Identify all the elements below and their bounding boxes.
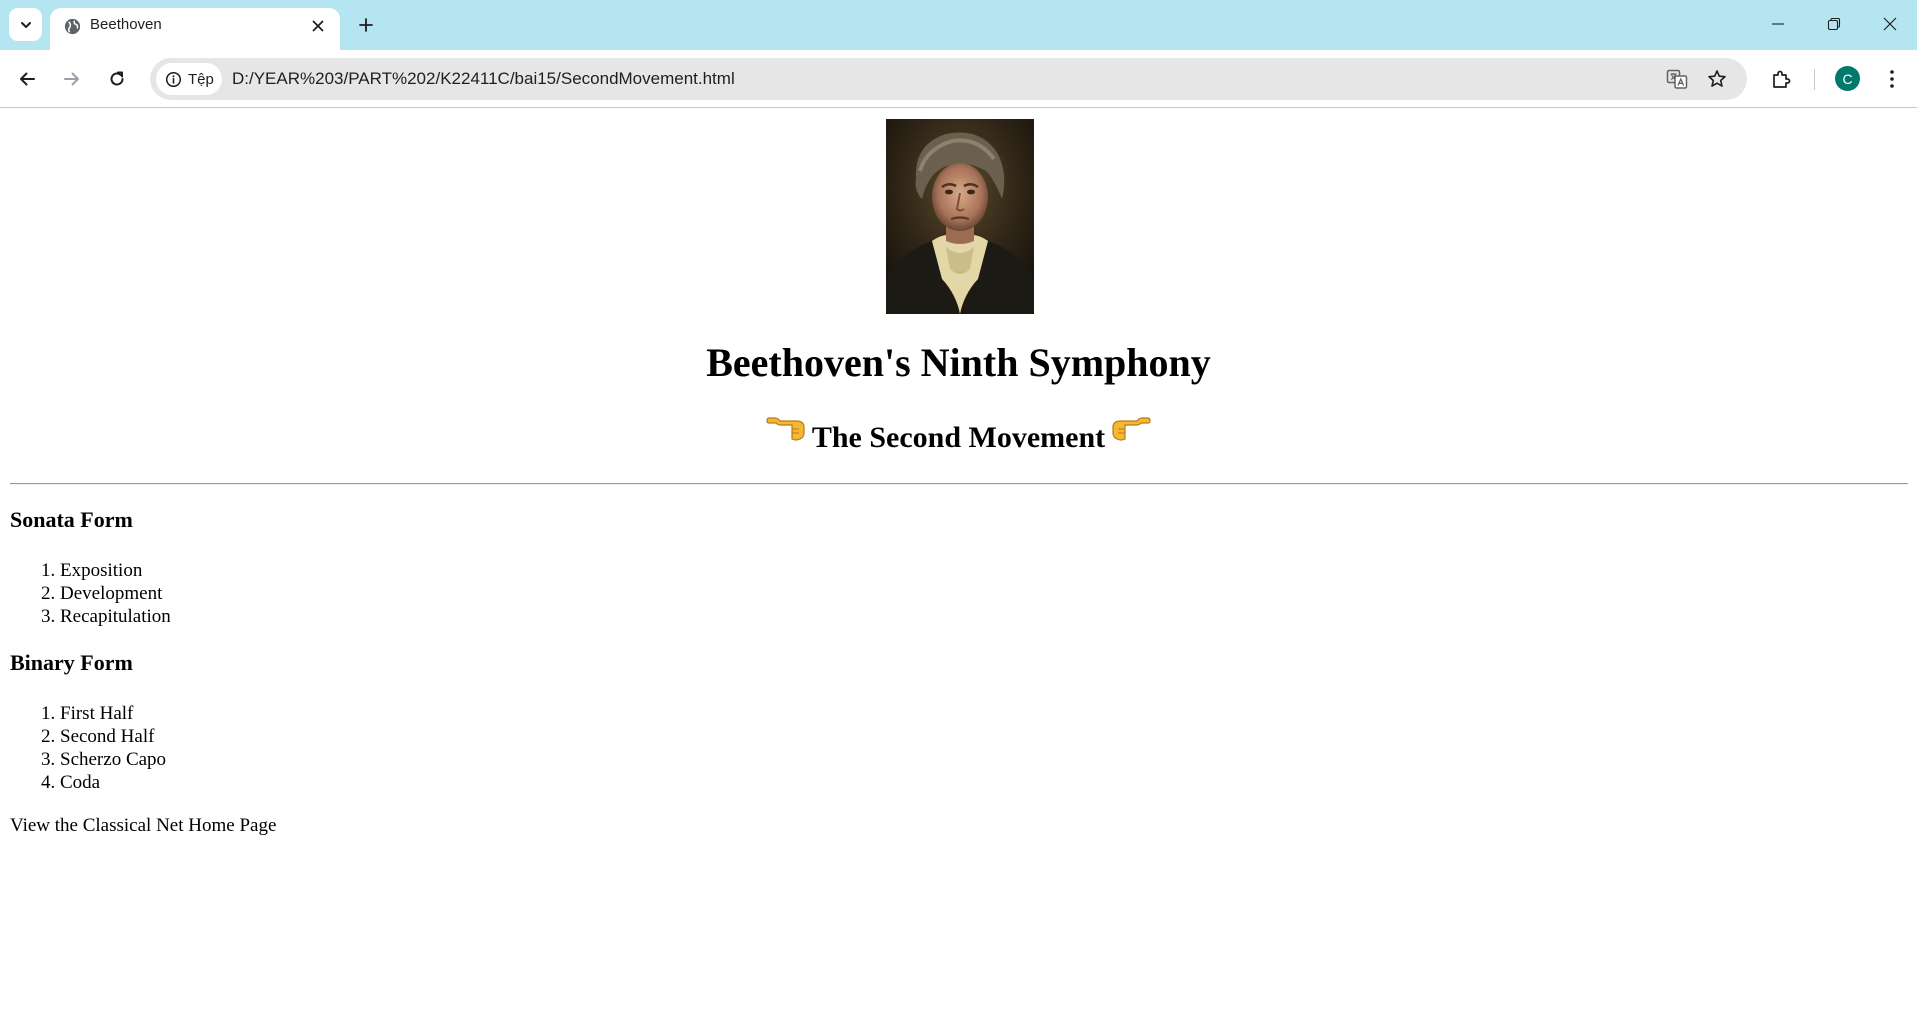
translate-icon: [1666, 69, 1688, 89]
puzzle-icon: [1773, 70, 1791, 88]
kebab-menu-icon: [1890, 70, 1894, 88]
beethoven-portrait: [886, 119, 1034, 314]
info-icon: [165, 71, 182, 87]
bookmark-button[interactable]: [1705, 67, 1729, 91]
globe-icon: [64, 18, 81, 35]
arrow-left-icon: [20, 72, 35, 86]
reload-button[interactable]: [102, 64, 132, 94]
profile-avatar[interactable]: C: [1835, 66, 1860, 91]
close-window-icon: [1883, 17, 1897, 31]
back-button[interactable]: [12, 64, 42, 94]
pointing-left-hand-icon: [766, 415, 806, 445]
chevron-down-icon: [20, 21, 31, 28]
list-item: First Half: [60, 702, 166, 725]
list-item: Development: [60, 582, 171, 605]
list-item: Scherzo Capo: [60, 748, 166, 771]
close-icon: [312, 20, 324, 32]
list-item: Recapitulation: [60, 605, 171, 628]
binary-form-list: First Half Second Half Scherzo Capo Coda: [10, 702, 166, 794]
forward-button[interactable]: [57, 64, 87, 94]
browser-toolbar: Tệp D:/YEAR%203/PART%202/K22411C/bai15/S…: [0, 50, 1917, 108]
section-heading-binary-form: Binary Form: [10, 650, 133, 675]
page-subtitle: The Second Movement: [0, 415, 1917, 458]
minimize-icon: [1772, 23, 1784, 25]
page-title: Beethoven's Ninth Symphony: [706, 340, 1211, 385]
page-content: Beethoven's Ninth Symphony The Second Mo…: [0, 109, 1917, 1011]
browser-menu-button[interactable]: [1877, 64, 1907, 94]
site-info-chip[interactable]: Tệp: [156, 63, 222, 95]
close-window-button[interactable]: [1862, 0, 1917, 48]
tab-strip: Beethoven: [0, 0, 1917, 50]
restore-button[interactable]: [1806, 0, 1862, 48]
plus-icon: [359, 18, 373, 32]
list-item: Exposition: [60, 559, 171, 582]
minimize-button[interactable]: [1750, 0, 1806, 48]
sonata-form-list: Exposition Development Recapitulation: [10, 559, 171, 628]
active-tab[interactable]: Beethoven: [50, 8, 340, 50]
restore-icon: [1827, 17, 1841, 31]
classical-net-home-link[interactable]: View the Classical Net Home Page: [10, 814, 276, 838]
arrow-right-icon: [64, 72, 79, 86]
toolbar-divider: [1814, 69, 1815, 90]
extensions-button[interactable]: [1766, 64, 1796, 94]
horizontal-rule: [10, 483, 1908, 485]
tab-close-button[interactable]: [306, 14, 330, 38]
section-heading-sonata-form: Sonata Form: [10, 507, 133, 532]
tab-title: Beethoven: [90, 16, 162, 33]
url-text[interactable]: D:/YEAR%203/PART%202/K22411C/bai15/Secon…: [232, 68, 735, 90]
pointing-right-hand-icon: [1111, 415, 1151, 445]
address-bar[interactable]: Tệp D:/YEAR%203/PART%202/K22411C/bai15/S…: [150, 58, 1747, 100]
star-icon: [1708, 70, 1726, 87]
subtitle-text: The Second Movement: [811, 421, 1106, 454]
translate-button[interactable]: [1665, 67, 1689, 91]
list-item: Coda: [60, 771, 166, 794]
list-item: Second Half: [60, 725, 166, 748]
reload-icon: [110, 71, 124, 86]
new-tab-button[interactable]: [352, 11, 380, 39]
site-chip-label: Tệp: [188, 70, 214, 88]
tab-search-button[interactable]: [9, 8, 42, 41]
